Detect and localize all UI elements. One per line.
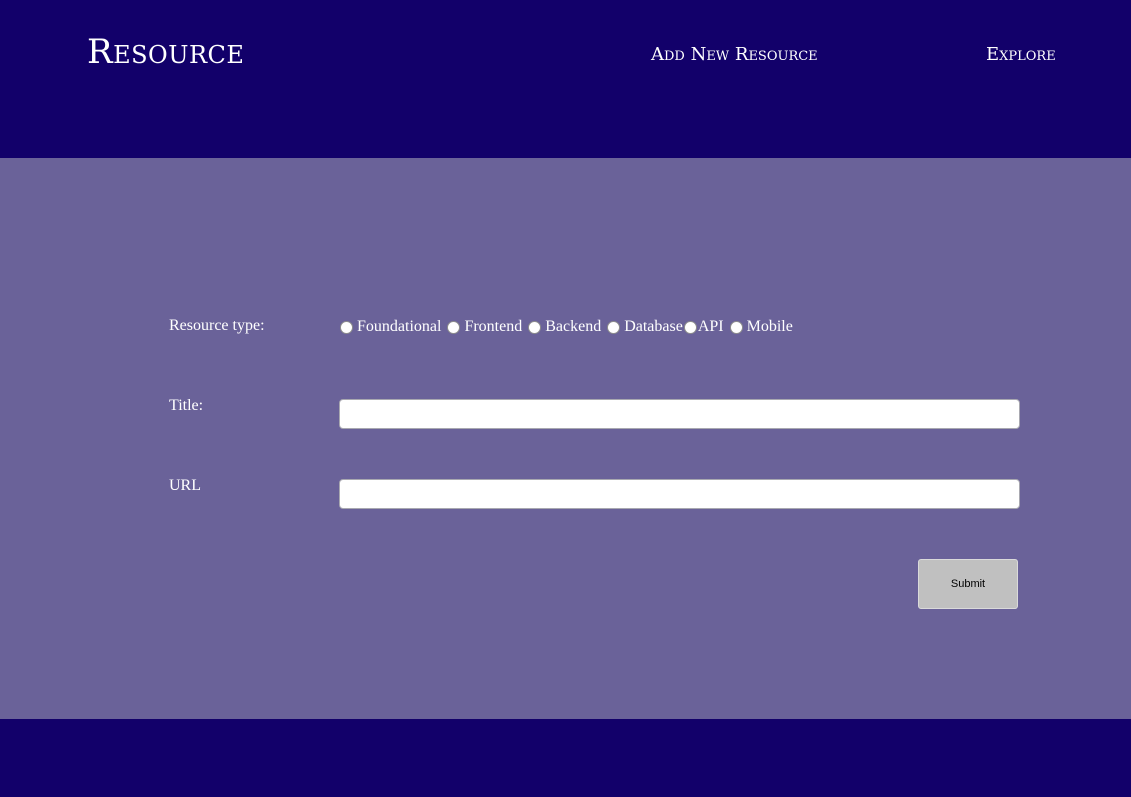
radio-label-database: Database	[624, 318, 683, 335]
nav-add-new-resource-link[interactable]: Add New Resource	[651, 42, 818, 68]
radio-label-frontend: Frontend	[464, 318, 523, 335]
url-label: URL	[169, 477, 201, 494]
site-footer	[0, 719, 1131, 797]
radio-button-database[interactable]	[607, 320, 621, 334]
title-input[interactable]	[339, 399, 1020, 429]
radio-option-backend[interactable]: Backend	[528, 317, 607, 337]
radio-option-mobile[interactable]: Mobile	[729, 317, 799, 337]
radio-option-database[interactable]: Database	[607, 317, 684, 337]
site-header: Resource Add New Resource Explore	[0, 0, 1131, 158]
title-label: Title:	[169, 397, 204, 414]
url-input[interactable]	[339, 479, 1020, 509]
radio-option-frontend[interactable]: Frontend	[447, 317, 528, 337]
radio-label-backend: Backend	[545, 318, 602, 335]
radio-label-foundational: Foundational	[357, 318, 442, 335]
resource-form-section: Resource type: Foundational Frontend Bac…	[0, 158, 1131, 719]
radio-label-mobile: Mobile	[746, 318, 793, 335]
radio-button-backend[interactable]	[528, 320, 542, 334]
radio-label-api: API	[697, 318, 724, 335]
radio-button-mobile[interactable]	[729, 320, 743, 334]
nav-explore-link[interactable]: Explore	[986, 42, 1056, 68]
brand-logo-text: Resource	[87, 32, 245, 72]
resource-type-label: Resource type:	[169, 317, 265, 334]
resource-type-radio-group: Foundational Frontend Backend Database A…	[340, 316, 799, 338]
radio-button-foundational[interactable]	[340, 320, 353, 334]
radio-option-api[interactable]: API	[683, 317, 730, 337]
radio-button-api[interactable]	[683, 320, 697, 334]
radio-button-frontend[interactable]	[447, 320, 461, 334]
radio-option-foundational[interactable]: Foundational	[340, 317, 447, 337]
submit-button[interactable]: Submit	[918, 559, 1018, 609]
